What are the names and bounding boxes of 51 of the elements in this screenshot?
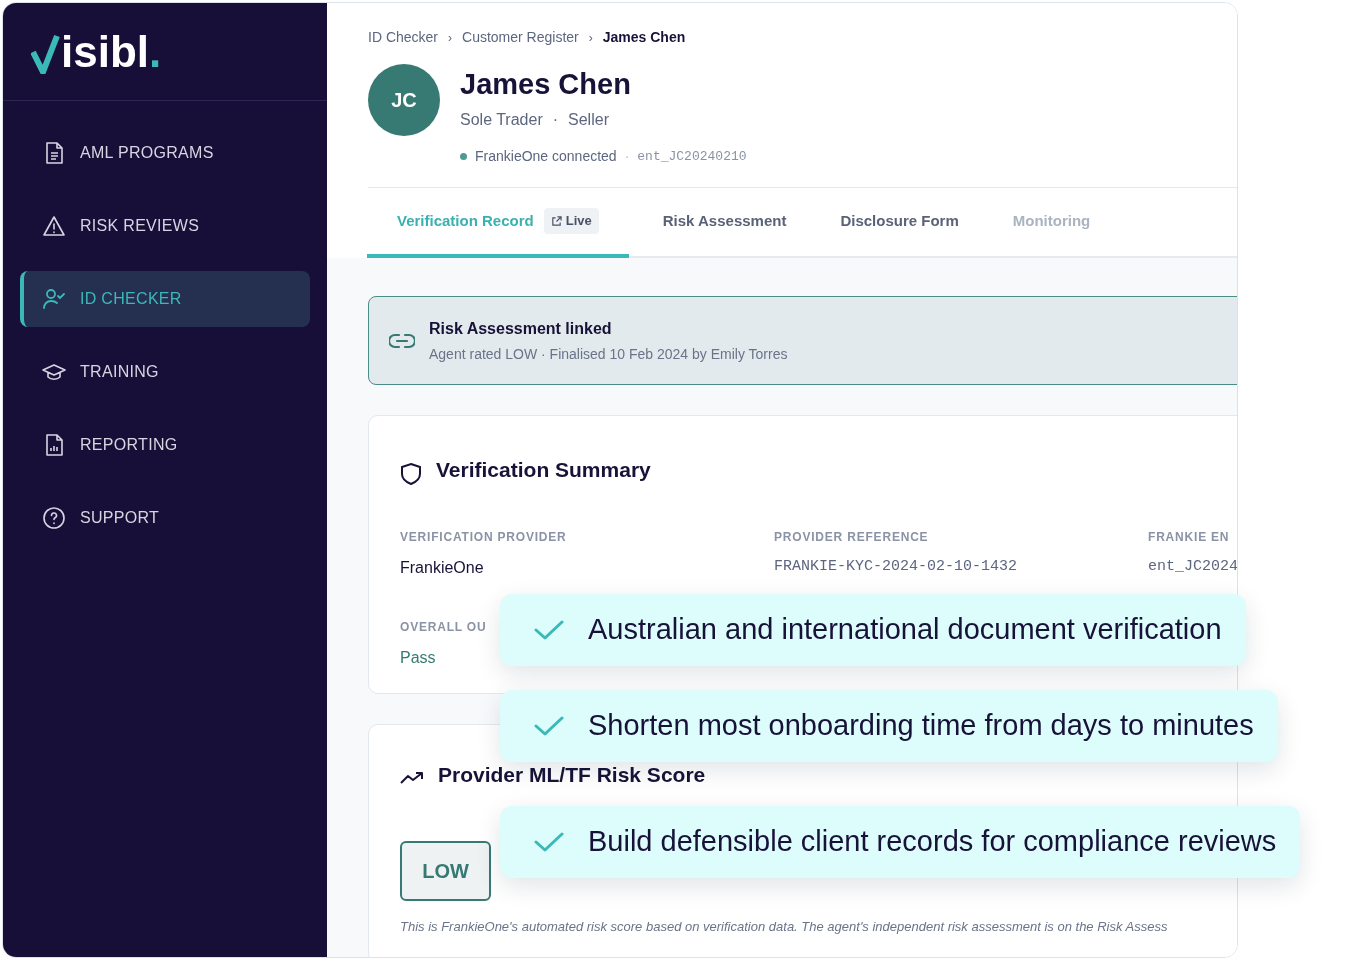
separator-dot: · <box>624 147 630 166</box>
field-value: Pass <box>400 648 436 668</box>
tab[interactable]: Disclosure Form <box>820 186 979 256</box>
nav-item[interactable]: TRAINING <box>20 344 310 400</box>
check-v-icon <box>31 33 61 74</box>
breadcrumb-link[interactable]: Customer Register <box>462 27 579 48</box>
field-value: FrankieOne <box>400 558 484 578</box>
banner-detail: Agent rated LOW · Finalised 10 Feb 2024 by Emily Torres <box>429 344 788 364</box>
nav-item[interactable]: ID CHECKER <box>20 271 310 327</box>
field-value: FRANKIE-KYC-2024-02-10-1432 <box>774 557 1018 577</box>
nav-item[interactable]: RISK REVIEWS <box>20 198 310 254</box>
trend-up-icon <box>400 770 424 785</box>
field-label: PROVIDER REFERENCE <box>774 529 929 546</box>
separator-dot: · <box>552 110 559 130</box>
role-label: Sole Trader <box>460 110 543 130</box>
warning-icon <box>42 214 66 238</box>
role-label: Seller <box>568 110 609 130</box>
avatar: JC <box>368 64 440 136</box>
feature-callout: Build defensible client records for compliance reviews <box>500 806 1301 878</box>
risk-rating: LOW <box>400 840 491 901</box>
field-label: OVERALL OU <box>400 619 487 636</box>
field-label: FRANKIE EN <box>1148 529 1230 546</box>
link-icon <box>389 332 415 349</box>
card-title: Verification Summary <box>436 457 651 484</box>
connection-status: FrankieOne connected <box>475 147 617 166</box>
live-badge: Live <box>543 208 599 234</box>
tab[interactable]: Risk Assessment <box>642 186 807 256</box>
breadcrumb-link[interactable]: ID Checker <box>368 27 439 48</box>
entity-id: ent_JC20240210 <box>637 147 747 166</box>
feature-callout: Australian and international document verification <box>500 594 1246 666</box>
nav-item[interactable]: REPORTING <box>20 417 310 473</box>
check-icon <box>534 715 564 737</box>
logo: isibl. <box>31 29 162 74</box>
nav-item[interactable]: AML PROGRAMS <box>20 125 310 181</box>
banner-title: Risk Assessment linked <box>429 318 613 339</box>
shield-icon <box>400 462 422 486</box>
tab[interactable]: Verification Record Live <box>367 188 629 258</box>
external-link-icon <box>550 215 562 227</box>
breadcrumb-separator: › <box>448 29 453 47</box>
breadcrumb-separator: › <box>588 29 593 47</box>
risk-note: This is FrankieOne's automated risk score based on verification data. The agent's independent risk assessment is on the Risk Assess <box>400 917 1169 936</box>
field-value: ent_JC2024 <box>1148 557 1237 577</box>
help-icon <box>42 506 66 530</box>
nav-item[interactable]: SUPPORT <box>20 490 310 546</box>
customer-name: James Chen <box>460 67 632 102</box>
user-check-icon <box>42 287 66 311</box>
field-label: VERIFICATION PROVIDER <box>400 529 567 546</box>
check-icon <box>534 831 564 853</box>
feature-callout: Shorten most onboarding time from days to minutes <box>500 690 1278 762</box>
check-icon <box>534 619 564 641</box>
card-title: Provider ML/TF Risk Score <box>438 762 706 788</box>
